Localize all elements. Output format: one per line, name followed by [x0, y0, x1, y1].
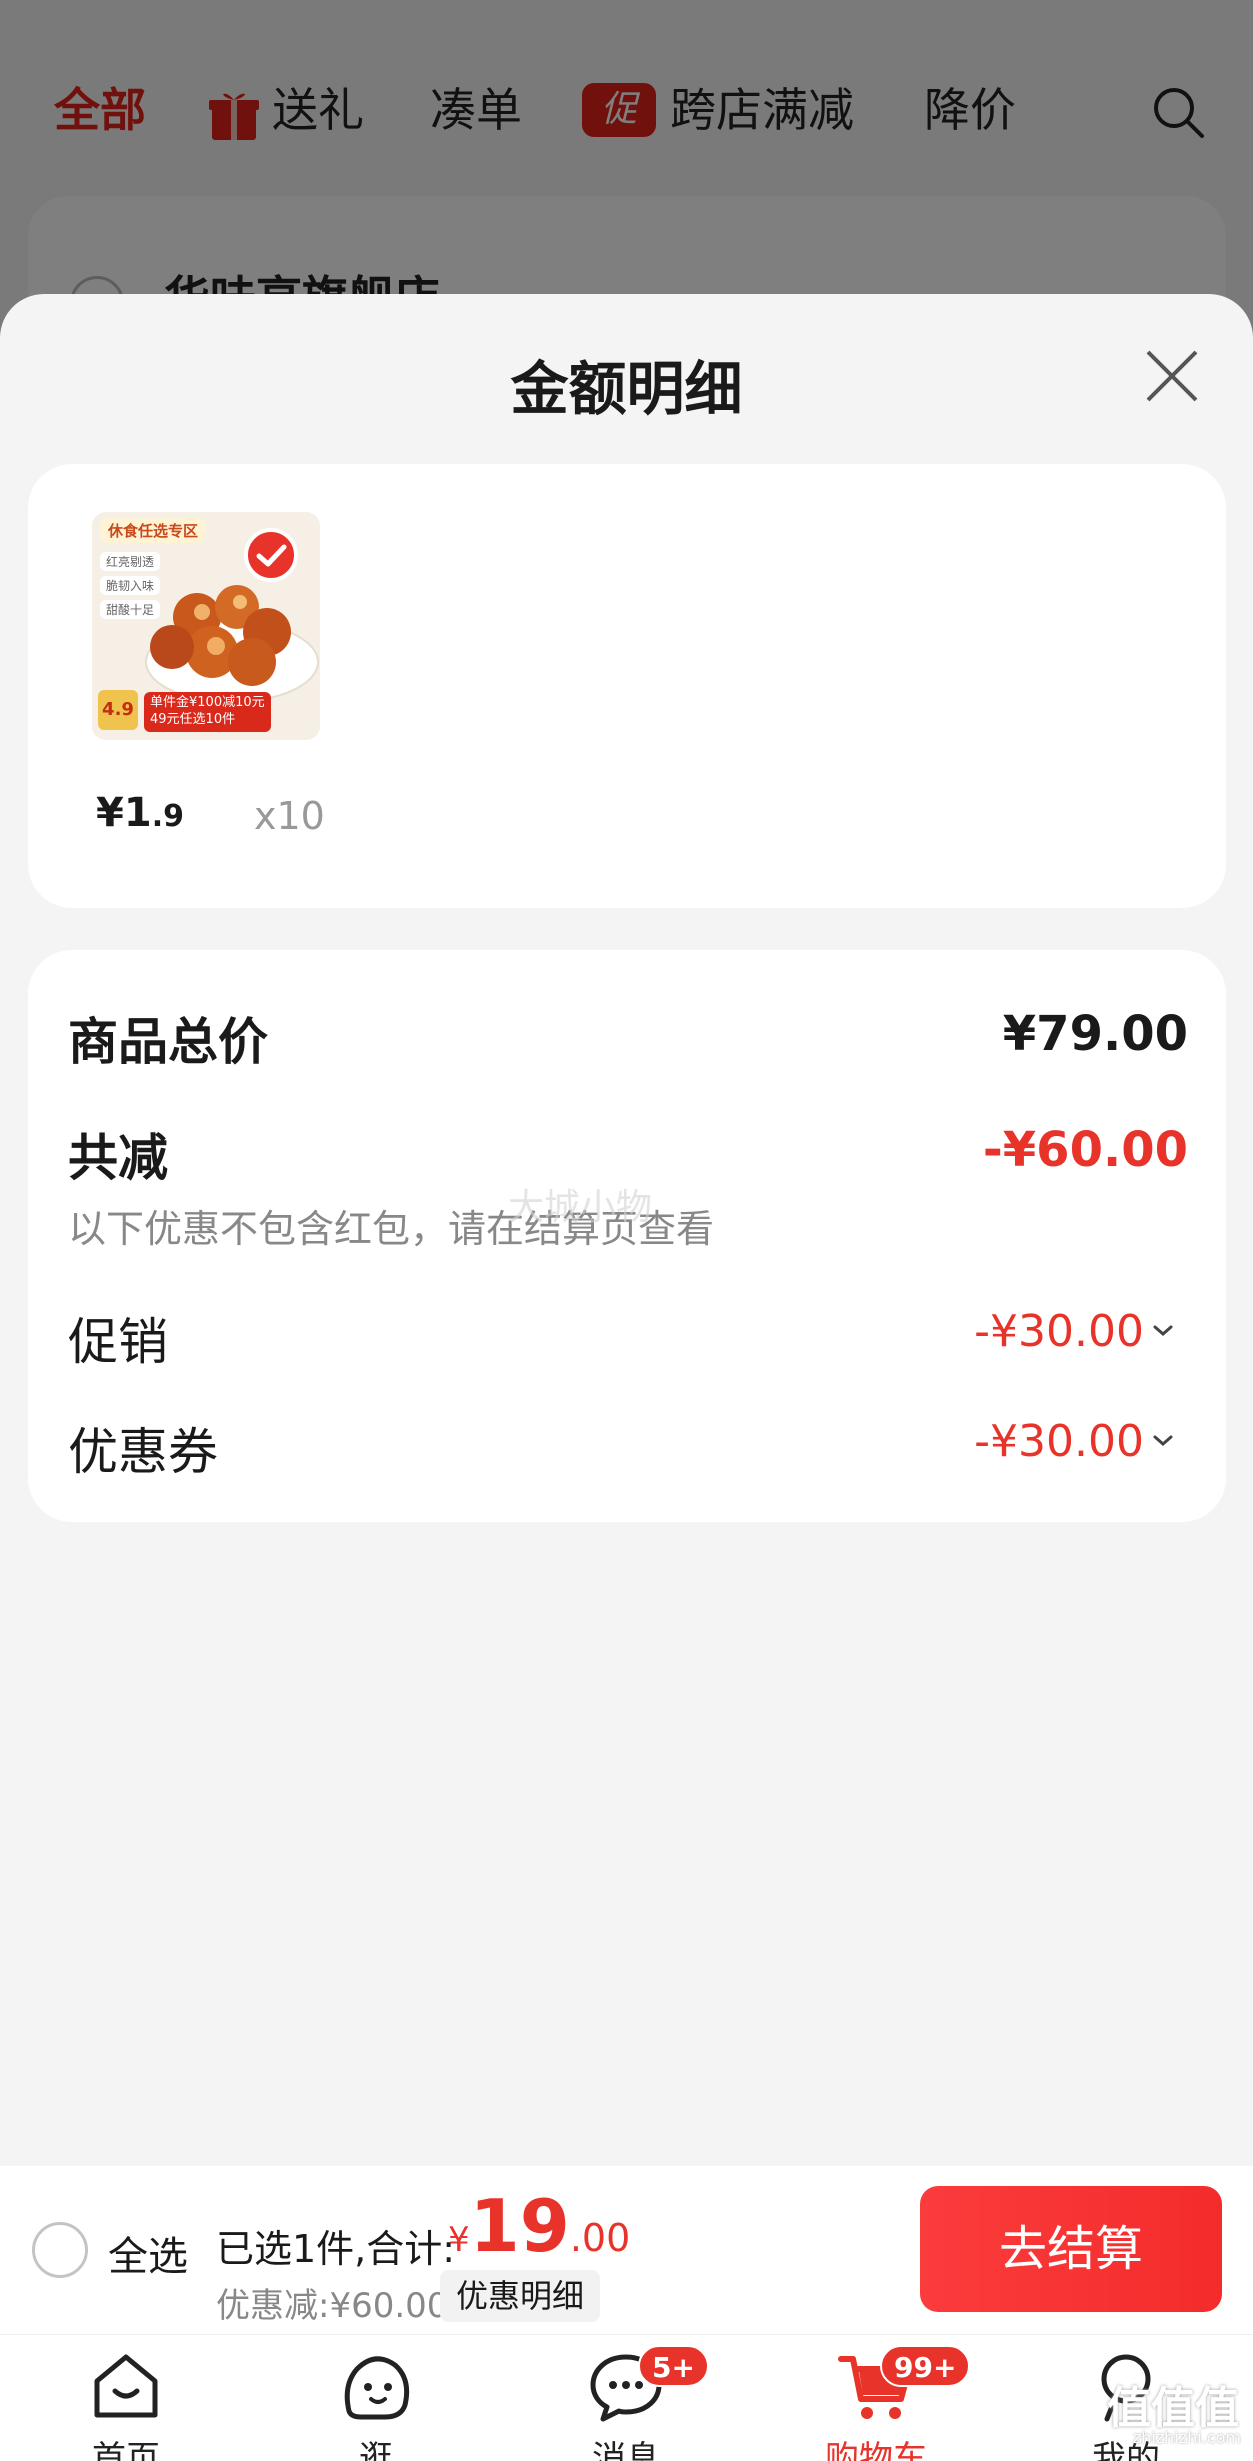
home-icon — [94, 2354, 158, 2418]
total-price-label: 商品总价 — [68, 1013, 268, 1071]
thumb-tag: 红亮剔透 — [100, 552, 161, 571]
selected-check-icon[interactable] — [244, 528, 298, 582]
thumb-promo-line: 单件金¥100减10元 — [150, 695, 265, 711]
coupon-value[interactable]: -¥30.00 — [974, 1416, 1144, 1467]
browse-icon — [344, 2356, 410, 2420]
nav-label: 逛 — [359, 2439, 393, 2461]
promotion-label: 促销 — [68, 1313, 168, 1371]
total-amount: ¥19.00 — [448, 2184, 630, 2268]
product-card: 休食任选专区 红亮剔透 脆韧入味 甜酸十足 4.9 单件金¥100减10元 49… — [28, 464, 1226, 908]
corner-watermark-url: zhizhizhi.com — [1132, 2428, 1241, 2447]
amount-detail-card: 商品总价 ¥79.00 共减 -¥60.00 以下优惠不包含红包，请在结算页查看… — [28, 950, 1226, 1522]
chevron-down-icon[interactable] — [1150, 1428, 1176, 1454]
product-quantity: x10 — [254, 794, 325, 838]
price-symbol: ¥ — [96, 790, 124, 836]
close-icon[interactable] — [1140, 344, 1204, 408]
discount-detail-button[interactable]: 优惠明细 — [440, 2270, 601, 2322]
product-price: ¥1.9 — [96, 790, 184, 836]
nav-item-cart[interactable]: 购物车 99+ — [796, 2345, 971, 2461]
price-decimal: .9 — [151, 799, 184, 834]
thumb-tag: 脆韧入味 — [100, 576, 161, 595]
selected-summary: 已选1件,合计: — [216, 2227, 456, 2271]
amount-detail-sheet: 金额明细 休食任选专区 红亮剔透 脆韧入味 甜酸十足 4.9 单件金¥100减1… — [0, 294, 1253, 2166]
message-badge: 5+ — [638, 2345, 709, 2387]
thumb-rating: 4.9 — [98, 690, 138, 730]
watermark: 大城小物 — [508, 1187, 653, 1228]
coupon-label: 优惠券 — [68, 1423, 218, 1481]
thumb-tag: 甜酸十足 — [100, 600, 161, 619]
nav-item-messages[interactable]: 消息 5+ — [546, 2345, 709, 2461]
amount-currency: ¥ — [448, 2220, 470, 2260]
total-reduction-label: 共减 — [68, 1129, 168, 1187]
checkmark-icon — [256, 544, 287, 567]
amount-decimal: .00 — [569, 2216, 631, 2260]
chevron-down-icon[interactable] — [1150, 1318, 1176, 1344]
nav-label: 首页 — [92, 2439, 160, 2461]
sheet-title: 金额明细 — [510, 355, 743, 423]
checkout-bar: 全选 已选1件,合计: ¥19.00 优惠减:¥60.00 优惠明细 去结算 — [0, 2166, 1253, 2334]
discount-summary: 优惠减:¥60.00 — [216, 2286, 449, 2326]
select-all-label[interactable]: 全选 — [108, 2224, 188, 2282]
thumb-promo-line: 49元任选10件 — [150, 712, 236, 728]
select-all-radio[interactable] — [32, 2222, 88, 2278]
checkout-button[interactable]: 去结算 — [920, 2186, 1222, 2312]
nav-item-home[interactable]: 首页 — [46, 2345, 206, 2461]
nav-label: 购物车 — [825, 2439, 927, 2461]
amount-integer: 19 — [469, 2184, 570, 2268]
bottom-nav: 首页 逛 消息 5+ 购物车 99+ 我的 — [0, 2334, 1253, 2461]
thumb-badge: 休食任选专区 — [100, 518, 207, 543]
thumb-promo: 单件金¥100减10元 49元任选10件 — [144, 692, 271, 732]
nav-label: 消息 — [592, 2439, 660, 2461]
nav-item-browse[interactable]: 逛 — [296, 2345, 456, 2461]
corner-watermark-logo: 值值值 — [1107, 2383, 1239, 2434]
cart-badge: 99+ — [880, 2345, 971, 2387]
promotion-value[interactable]: -¥30.00 — [974, 1306, 1144, 1357]
price-integer: 1 — [123, 790, 152, 836]
total-reduction-value: -¥60.00 — [982, 1122, 1188, 1178]
total-price-value: ¥79.00 — [1002, 1006, 1188, 1062]
